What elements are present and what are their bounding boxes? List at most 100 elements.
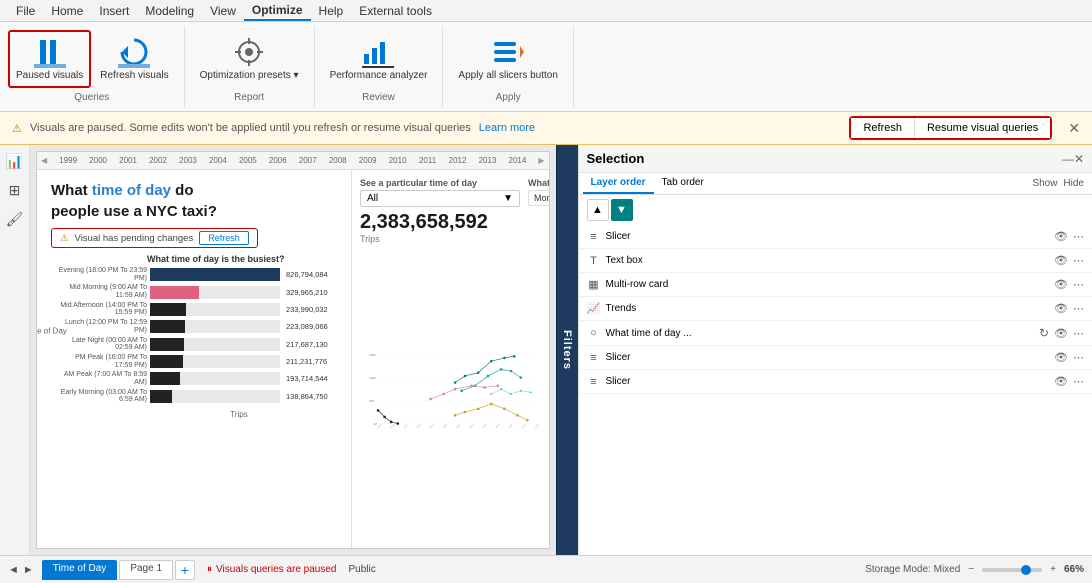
zoom-plus-icon[interactable]: + [1050,564,1056,575]
layer-more-button[interactable]: ⋯ [1073,302,1084,315]
paused-visuals-button[interactable]: Paused visuals [8,30,91,88]
trip-count-number: 2,383,658,592 [360,211,541,234]
filters-sidebar[interactable]: Filters [556,145,578,555]
timeline-tick: 2005 [233,156,263,165]
optimization-presets-button[interactable]: Optimization presets ▾ [193,31,306,87]
refresh-visuals-button[interactable]: Refresh visuals [93,31,175,87]
move-up-button[interactable]: ▲ [587,199,609,221]
timeline-tick: 2009 [353,156,383,165]
bar-track[interactable] [150,303,280,316]
dropdown-arrow-icon: ▼ [503,193,513,204]
learn-more-link[interactable]: Learn more [479,122,535,134]
layer-more-button[interactable]: ⋯ [1073,254,1084,267]
layer-visibility-button[interactable]: 👁 [1054,302,1068,315]
svg-text:100M: 100M [369,376,376,380]
bar-value: 217,687,130 [283,340,343,349]
layer-visibility-button[interactable]: 👁 [1054,254,1068,267]
bar-track[interactable] [150,390,280,403]
resume-visual-queries-button[interactable]: Resume visual queries [915,118,1050,138]
canvas-area: ◀ 1999 2000 2001 2002 2003 2004 2005 200… [30,145,556,555]
bar-label: PM Peak (16:00 PM To 17:59 PM) [57,354,147,369]
bar-track[interactable] [150,338,280,351]
layer-item[interactable]: ≡Slicer👁⋯ [579,370,1092,394]
selection-minimize-button[interactable]: — [1062,152,1074,166]
layer-more-button[interactable]: ⋯ [1073,351,1084,364]
layer-more-button[interactable]: ⋯ [1073,278,1084,291]
bar-track[interactable] [150,355,280,368]
layer-visibility-button[interactable]: 👁 [1054,351,1068,364]
day-filter-button[interactable]: Mon [528,190,549,206]
paused-status-label: Visuals queries are paused [216,564,336,575]
menu-file[interactable]: File [8,2,43,20]
time-filter-dropdown[interactable]: All ▼ [360,190,520,207]
timeline-tick: 2004 [203,156,233,165]
layer-visibility-button[interactable]: 👁 [1054,375,1068,388]
performance-analyzer-button[interactable]: Performance analyzer [323,31,435,87]
layer-visibility-button[interactable]: 👁 [1054,327,1068,340]
layer-more-button[interactable]: ⋯ [1073,327,1084,340]
ribbon-group-review: Performance analyzer Review [315,26,444,107]
bar-track[interactable] [150,320,280,333]
menu-external-tools[interactable]: External tools [351,2,440,20]
menu-help[interactable]: Help [311,2,352,20]
chart-heading: What time of day dopeople use a NYC taxi… [37,170,351,226]
layer-name: Slicer [606,352,1050,363]
menu-home[interactable]: Home [43,2,91,20]
close-info-bar-button[interactable]: ✕ [1068,120,1080,137]
bar-fill [150,372,180,385]
move-down-button[interactable]: ▼ [611,199,633,221]
zoom-minus-icon[interactable]: − [968,564,974,575]
right-chart-panel: See a particular time of day All ▼ What … [352,170,549,548]
layer-visibility-button[interactable]: 👁 [1054,230,1068,243]
layer-more-button[interactable]: ⋯ [1073,230,1084,243]
menu-modeling[interactable]: Modeling [137,2,202,20]
pending-refresh-button[interactable]: Refresh [199,231,249,245]
add-page-button[interactable]: + [175,560,195,580]
timeline[interactable]: ◀ 1999 2000 2001 2002 2003 2004 2005 200… [37,152,549,170]
ribbon-group-apply: Apply all slicers button Apply [443,26,574,107]
bar-value: 193,714,544 [283,374,343,383]
zoom-slider-track[interactable] [982,568,1042,572]
menu-view[interactable]: View [202,2,244,20]
top-filters: See a particular time of day All ▼ What … [360,178,541,207]
svg-text:08:00: 08:00 [430,424,436,430]
page-tab-page1[interactable]: Page 1 [119,560,173,580]
chart-icon[interactable]: 📊 [6,153,23,170]
selection-close-button[interactable]: ✕ [1074,152,1084,166]
ribbon-group-queries: Paused visuals Refresh visuals Queries [0,26,185,107]
info-bar: ⚠ Visuals are paused. Some edits won't b… [0,112,1092,145]
timeline-tick: 2001 [113,156,143,165]
bar-value: 329,965,210 [283,288,343,297]
next-page-button[interactable]: ► [23,564,34,576]
layer-more-button[interactable]: ⋯ [1073,375,1084,388]
svg-text:10:00: 10:00 [443,424,449,430]
layer-list: ≡Slicer👁⋯TText box👁⋯▦Multi-row card👁⋯📈Tr… [579,225,1092,555]
layer-item[interactable]: ○What time of day ...↻👁⋯ [579,321,1092,346]
page-tab-time-of-day[interactable]: Time of Day [42,560,118,580]
performance-icon [362,36,394,68]
bar-track[interactable] [150,268,280,281]
bar-fill [150,268,280,281]
layer-item[interactable]: 📈Trends👁⋯ [579,297,1092,321]
tab-layer-order[interactable]: Layer order [583,173,654,194]
tab-tab-order[interactable]: Tab order [654,173,712,194]
format-icon[interactable]: 🖌 [6,211,24,228]
layer-visibility-button[interactable]: 👁 [1054,278,1068,291]
bar-track[interactable] [150,372,280,385]
time-filter-value: All [367,193,378,204]
filter-icon[interactable]: ⊞ [9,182,21,199]
svg-text:12:00: 12:00 [456,424,462,430]
menu-optimize[interactable]: Optimize [244,1,311,21]
refresh-button[interactable]: Refresh [851,118,915,138]
warning-icon: ⚠ [12,122,22,135]
layer-item[interactable]: ▦Multi-row card👁⋯ [579,273,1092,297]
prev-page-button[interactable]: ◄ [8,564,19,576]
bar-track[interactable] [150,286,280,299]
layer-item[interactable]: ≡Slicer👁⋯ [579,346,1092,370]
refresh-resume-box: Refresh Resume visual queries [849,116,1052,140]
svg-text:50M: 50M [369,399,374,403]
layer-item[interactable]: ≡Slicer👁⋯ [579,225,1092,249]
apply-all-slicers-button[interactable]: Apply all slicers button [451,31,565,87]
layer-item[interactable]: TText box👁⋯ [579,249,1092,273]
menu-insert[interactable]: Insert [91,2,137,20]
